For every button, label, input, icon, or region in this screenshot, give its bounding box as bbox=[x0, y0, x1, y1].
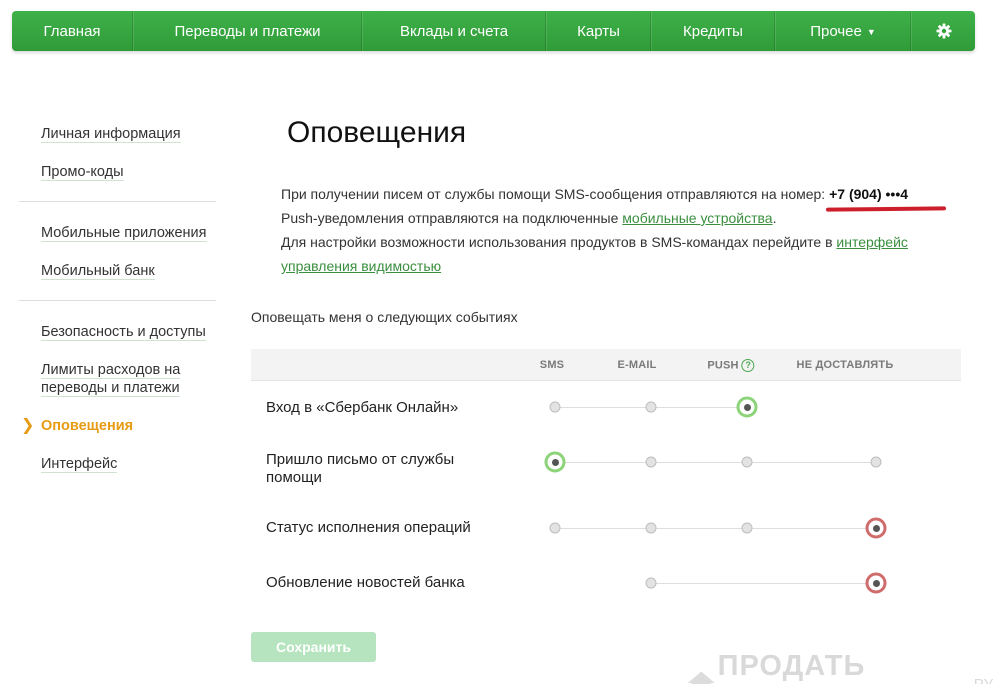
visibility-interface-link[interactable]: управления видимостью bbox=[281, 258, 441, 274]
radio-operation-status-none[interactable] bbox=[865, 517, 887, 539]
grid-header: SMS E-MAIL PUSH? НЕ ДОСТАВЛЯТЬ bbox=[251, 349, 961, 381]
sidebar-item-mobile-apps[interactable]: Мобильные приложения bbox=[19, 224, 216, 242]
radio-login-sms[interactable] bbox=[549, 401, 561, 413]
column-header-label: PUSH bbox=[707, 359, 739, 372]
highlight-underline bbox=[825, 206, 947, 212]
radio-operation-status-sms[interactable] bbox=[549, 522, 561, 534]
nav-item-credits[interactable]: Кредиты bbox=[651, 11, 775, 51]
nav-settings-button[interactable] bbox=[911, 11, 975, 51]
radio-help-letter-sms[interactable] bbox=[544, 451, 566, 473]
sidebar: Личная информация Промо-коды Мобильные п… bbox=[19, 118, 216, 473]
section-label: Оповещать меня о следующих событиях bbox=[251, 309, 518, 325]
sidebar-item-promo-codes[interactable]: Промо-коды bbox=[19, 163, 216, 181]
sidebar-item-label: Промо-коды bbox=[41, 164, 124, 181]
nav-item-cards[interactable]: Карты bbox=[546, 11, 651, 51]
sidebar-item-mobile-bank[interactable]: Мобильный банк bbox=[19, 262, 216, 280]
option-track bbox=[555, 462, 876, 463]
chevron-right-icon: ❯ bbox=[21, 417, 35, 434]
push-info-line: Push-уведомления отправляются на подключ… bbox=[281, 206, 776, 230]
option-track bbox=[555, 528, 876, 529]
nav-item-deposits[interactable]: Вклады и счета bbox=[362, 11, 546, 51]
sidebar-divider bbox=[19, 300, 216, 301]
sms-commands-info-line-2: управления видимостью bbox=[281, 254, 441, 278]
radio-operation-status-push[interactable] bbox=[741, 522, 753, 534]
top-navigation: Главная Переводы и платежи Вклады и счет… bbox=[12, 11, 975, 51]
sidebar-item-label: Лимиты расходов на переводы и платежи bbox=[41, 362, 181, 397]
nav-label: Карты bbox=[577, 22, 620, 40]
column-header-push: PUSH? bbox=[707, 359, 755, 372]
column-header-label: E-MAIL bbox=[617, 359, 657, 371]
sidebar-item-security[interactable]: Безопасность и доступы bbox=[19, 323, 216, 341]
radio-login-email[interactable] bbox=[645, 401, 657, 413]
mobile-devices-link[interactable]: мобильные устройства bbox=[622, 210, 772, 226]
column-header-sms: SMS bbox=[540, 359, 564, 371]
column-header-do-not-deliver: НЕ ДОСТАВЛЯТЬ bbox=[797, 359, 894, 371]
column-header-label: SMS bbox=[539, 359, 565, 371]
nav-item-other[interactable]: Прочее ▼ bbox=[775, 11, 911, 51]
nav-label: Вклады и счета bbox=[399, 22, 509, 40]
radio-bank-news-none[interactable] bbox=[865, 572, 887, 594]
caret-down-icon: ▼ bbox=[866, 27, 876, 37]
column-header-label: НЕ ДОСТАВЛЯТЬ bbox=[796, 359, 894, 371]
help-icon[interactable]: ? bbox=[741, 359, 755, 372]
visibility-interface-link[interactable]: интерфейс bbox=[836, 234, 908, 250]
row-label-login: Вход в «Сбербанк Онлайн» bbox=[266, 399, 459, 416]
sidebar-divider bbox=[19, 201, 216, 202]
sidebar-item-label: Мобильные приложения bbox=[41, 225, 207, 242]
info-text: При получении писем от службы помощи SMS… bbox=[281, 186, 830, 202]
row-label-help-letter: Пришло письмо от службы помощи bbox=[266, 451, 455, 486]
sms-commands-info-line: Для настройки возможности использования … bbox=[281, 230, 908, 254]
house-logo-icon bbox=[687, 671, 715, 684]
nav-label: Кредиты bbox=[683, 22, 743, 40]
watermark-text: ПРОДАТЬ ДОЛГИ bbox=[717, 650, 866, 684]
gear-icon bbox=[936, 23, 951, 39]
sidebar-item-label: Личная информация bbox=[41, 126, 181, 143]
row-label-operation-status: Статус исполнения операций bbox=[266, 519, 471, 536]
sidebar-item-label: Мобильный банк bbox=[41, 263, 155, 280]
nav-label: Переводы и платежи bbox=[174, 22, 321, 40]
sidebar-item-notifications[interactable]: ❯ Оповещения bbox=[19, 417, 216, 435]
phone-number: +7 (904) •••4 bbox=[829, 186, 909, 202]
radio-help-letter-none[interactable] bbox=[870, 456, 882, 468]
info-text: . bbox=[772, 210, 777, 226]
sidebar-item-label: Оповещения bbox=[41, 418, 134, 434]
info-text: Push-уведомления отправляются на подключ… bbox=[281, 210, 623, 226]
row-label-bank-news: Обновление новостей банка bbox=[266, 574, 465, 591]
sidebar-item-label: Безопасность и доступы bbox=[41, 324, 206, 341]
option-track bbox=[651, 583, 876, 584]
sidebar-item-interface[interactable]: Интерфейс bbox=[19, 455, 216, 473]
nav-item-transfers[interactable]: Переводы и платежи bbox=[133, 11, 362, 51]
nav-label: Главная bbox=[43, 22, 101, 40]
notification-settings-grid: SMS E-MAIL PUSH? НЕ ДОСТАВЛЯТЬ Вход в «С… bbox=[251, 349, 961, 619]
column-header-email: E-MAIL bbox=[617, 359, 656, 371]
radio-operation-status-email[interactable] bbox=[645, 522, 657, 534]
radio-login-push[interactable] bbox=[736, 396, 758, 418]
info-text: Для настройки возможности использования … bbox=[281, 234, 837, 250]
sidebar-item-limits[interactable]: Лимиты расходов на переводы и платежи bbox=[19, 361, 216, 397]
watermark: ПРОДАТЬ ДОЛГИ РУ bbox=[685, 650, 993, 684]
watermark-suffix: РУ bbox=[973, 675, 993, 684]
page-title: Оповещения bbox=[287, 116, 467, 149]
save-button[interactable]: Сохранить bbox=[251, 632, 376, 662]
radio-help-letter-email[interactable] bbox=[645, 456, 657, 468]
sidebar-item-label: Интерфейс bbox=[41, 456, 118, 473]
sms-info-line: При получении писем от службы помощи SMS… bbox=[281, 182, 908, 206]
radio-bank-news-email[interactable] bbox=[645, 577, 657, 589]
sidebar-item-personal-info[interactable]: Личная информация bbox=[19, 125, 216, 143]
nav-item-home[interactable]: Главная bbox=[12, 11, 133, 51]
nav-label: Прочее bbox=[810, 22, 862, 40]
radio-help-letter-push[interactable] bbox=[741, 456, 753, 468]
